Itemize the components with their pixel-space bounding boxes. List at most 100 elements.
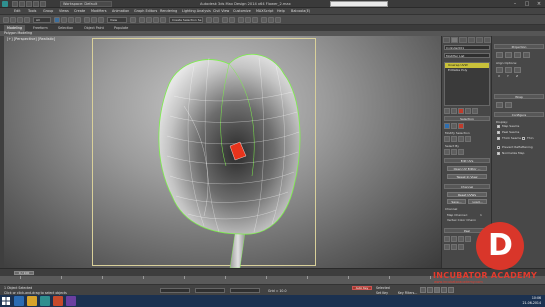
material-editor-icon[interactable] (252, 17, 258, 23)
shrink-selection-icon[interactable] (451, 136, 457, 142)
menu-views[interactable]: Views (59, 8, 69, 15)
pelt-map-icon[interactable] (451, 244, 457, 250)
perspective-viewport[interactable]: [+] [Perspective] [Realistic] (4, 36, 441, 268)
peel-mode-icon[interactable] (458, 244, 464, 250)
percent-snap-icon[interactable] (153, 17, 159, 23)
layer-manager-icon[interactable] (222, 17, 228, 23)
edge-to-seam-icon[interactable] (458, 236, 464, 242)
selected-dropdown[interactable]: Selected (376, 286, 390, 290)
z-coordinate-field[interactable] (230, 288, 260, 293)
select-by-element-icon[interactable] (451, 149, 457, 155)
point-to-point-seam-icon[interactable] (451, 236, 457, 242)
wrap-rollout[interactable]: Wrap (494, 94, 544, 99)
app-logo-icon[interactable] (2, 1, 8, 7)
ring-selection-icon[interactable] (465, 136, 471, 142)
prevent-reflattening-checkbox[interactable] (497, 146, 500, 149)
cylindrical-map-icon[interactable] (505, 52, 512, 58)
menu-tools[interactable]: Tools (28, 8, 36, 15)
loop-selection-icon[interactable] (458, 136, 464, 142)
rendered-frame-icon[interactable] (268, 17, 274, 23)
menu-maxscript[interactable]: MAXScript (256, 8, 273, 15)
explorer-icon[interactable] (27, 296, 37, 306)
menu-civil-view[interactable]: Civil View (213, 8, 229, 15)
ignore-backfacing-icon[interactable] (444, 149, 450, 155)
new-file-icon[interactable] (12, 1, 18, 7)
quick-peel-icon[interactable] (444, 244, 450, 250)
spline-wrap-icon[interactable] (496, 102, 503, 108)
reference-coord-dropdown[interactable]: View (107, 17, 127, 23)
loop-seam-icon[interactable] (465, 236, 471, 242)
tulip-model[interactable] (4, 36, 441, 268)
scale-icon[interactable] (98, 17, 104, 23)
channel-rollout[interactable]: Channel (444, 184, 490, 189)
selection-filter-dropdown[interactable]: All (33, 17, 51, 23)
open-file-icon[interactable] (19, 1, 25, 7)
configure-sets-icon[interactable] (472, 108, 478, 114)
save-uvw-button[interactable]: Save... (447, 199, 466, 204)
utilities-tab[interactable] (483, 37, 492, 43)
selection-rollout[interactable]: Selection (444, 116, 490, 121)
y-coordinate-field[interactable] (195, 288, 225, 293)
ie-icon[interactable] (14, 296, 24, 306)
object-name-field[interactable]: Cylinder001 (444, 45, 490, 50)
unlink-icon[interactable] (24, 17, 30, 23)
curve-editor-icon[interactable] (238, 17, 244, 23)
load-uvw-button[interactable]: Load... (468, 199, 487, 204)
display-tab[interactable] (475, 37, 483, 43)
play-icon[interactable] (434, 287, 440, 293)
projection-rollout[interactable]: Projection (494, 44, 544, 49)
grow-selection-icon[interactable] (444, 136, 450, 142)
stack-item-editable-poly[interactable]: Editable Poly (445, 68, 489, 73)
menu-edit[interactable]: Edit (14, 8, 21, 15)
window-crossing-icon[interactable] (75, 17, 81, 23)
remove-modifier-icon[interactable] (465, 108, 471, 114)
motion-tab[interactable] (467, 37, 475, 43)
edit-uvs-rollout[interactable]: Edit UVs (444, 158, 490, 163)
spinner-snap-icon[interactable] (160, 17, 166, 23)
graphite-icon[interactable] (229, 17, 235, 23)
menu-modifiers[interactable]: Modifiers (91, 8, 106, 15)
menu-graph-editors[interactable]: Graph Editors (134, 8, 157, 15)
search-input[interactable] (330, 1, 388, 7)
x-coordinate-field[interactable] (160, 288, 190, 293)
unfold-strip-icon[interactable] (505, 102, 512, 108)
show-end-result-icon[interactable] (451, 108, 457, 114)
windows-start-icon[interactable] (2, 297, 10, 305)
create-tab[interactable] (443, 37, 451, 43)
edge-mode-icon[interactable] (451, 123, 457, 129)
photoshop-icon[interactable] (66, 296, 76, 306)
menu-animation[interactable]: Animation (112, 8, 129, 15)
save-file-icon[interactable] (26, 1, 32, 7)
menu-customize[interactable]: Customize (233, 8, 251, 15)
go-to-start-icon[interactable] (420, 287, 426, 293)
auto-key-button[interactable]: Auto Key (352, 286, 372, 290)
align-icon[interactable] (213, 17, 219, 23)
maximize-button[interactable]: □ (521, 0, 533, 8)
menu-extra[interactable]: Balcoola(E) (291, 8, 310, 15)
go-to-end-icon[interactable] (448, 287, 454, 293)
link-icon[interactable] (17, 17, 23, 23)
undo-icon[interactable] (33, 1, 39, 7)
angle-snap-icon[interactable] (146, 17, 152, 23)
next-frame-icon[interactable] (441, 287, 447, 293)
map-channel-value[interactable]: 1 (480, 213, 482, 217)
seam-icon[interactable] (444, 236, 450, 242)
select-object-icon[interactable] (54, 17, 60, 23)
align-z-button[interactable] (514, 67, 521, 73)
mirror-icon[interactable] (206, 17, 212, 23)
close-button[interactable]: × (533, 0, 545, 8)
redo-toolbar-icon[interactable] (10, 17, 16, 23)
previous-frame-icon[interactable] (427, 287, 433, 293)
vertex-color-channel-label[interactable]: Vertex Color Chann (447, 218, 476, 222)
named-selection-dropdown[interactable]: Create Selection Se (169, 17, 203, 23)
modifier-list-dropdown[interactable]: Modifier List (444, 53, 490, 58)
reset-uvws-button[interactable]: Reset UVWs (447, 192, 487, 197)
planar-map-icon[interactable] (496, 52, 503, 58)
pivot-center-icon[interactable] (130, 17, 136, 23)
rotate-icon[interactable] (91, 17, 97, 23)
pin-stack-icon[interactable] (444, 108, 450, 114)
select-by-name-icon[interactable] (61, 17, 67, 23)
configure-rollout[interactable]: Configure (494, 112, 544, 117)
redo-icon[interactable] (40, 1, 46, 7)
make-unique-icon[interactable] (458, 108, 464, 114)
